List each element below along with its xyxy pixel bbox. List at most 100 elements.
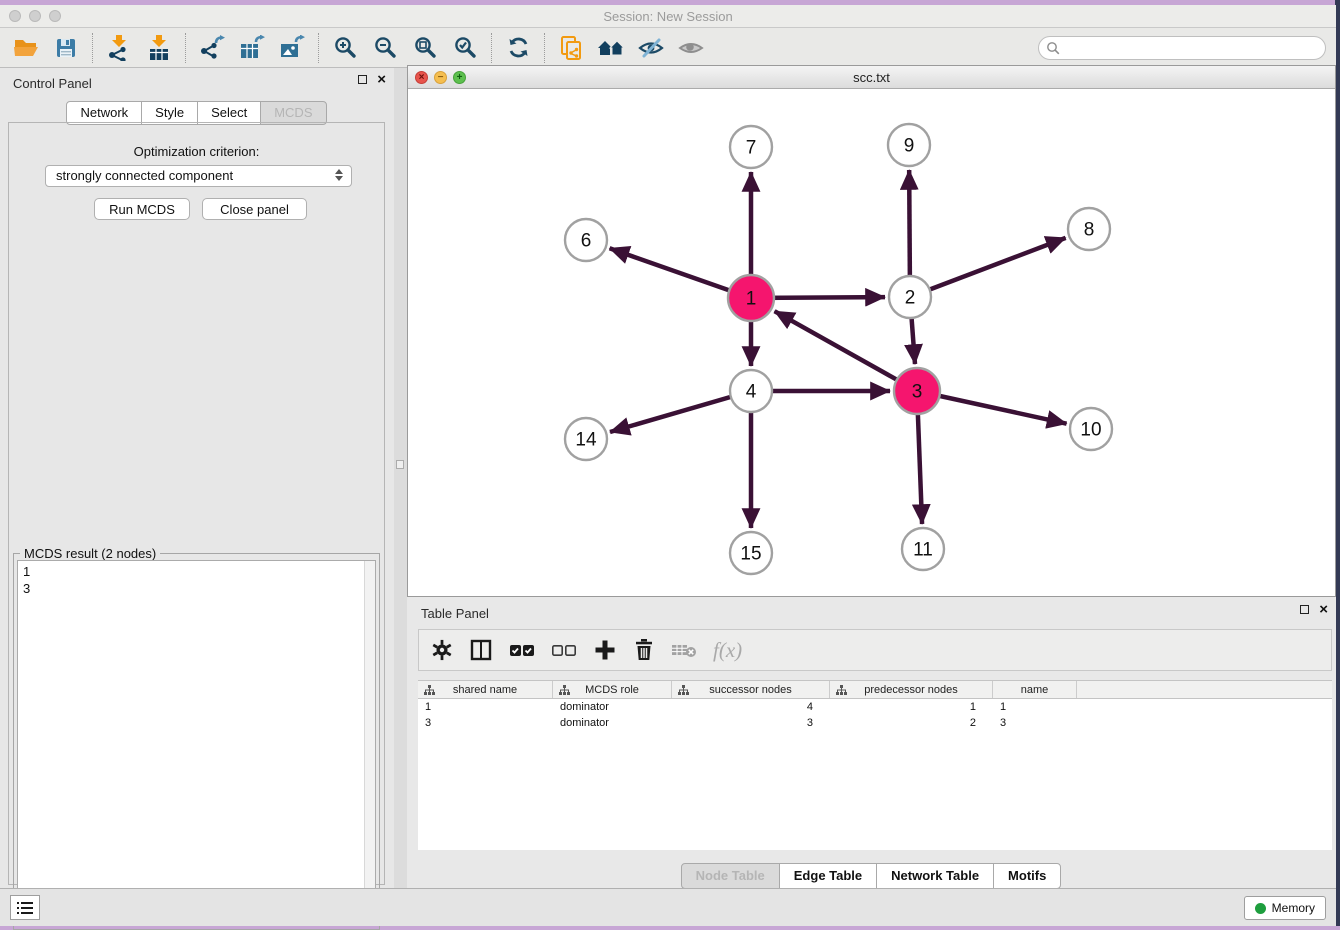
- node-7[interactable]: 7: [730, 126, 772, 168]
- tab-edge-table[interactable]: Edge Table: [779, 863, 877, 889]
- home-neighbors-icon: [597, 36, 625, 60]
- node-label: 11: [913, 540, 933, 561]
- node-11[interactable]: 11: [902, 528, 944, 570]
- splitter-handle-icon[interactable]: [396, 460, 404, 469]
- edge-3-1[interactable]: [775, 311, 917, 391]
- home-neighbors-button[interactable]: [591, 31, 631, 65]
- list-icon: [17, 901, 33, 915]
- tab-motifs[interactable]: Motifs: [993, 863, 1061, 889]
- unselect-all-checkboxes-icon[interactable]: [551, 641, 577, 659]
- refresh-icon: [506, 35, 531, 60]
- export-network-button[interactable]: [192, 31, 232, 65]
- zoom-in-icon: [333, 35, 358, 60]
- node-10[interactable]: 10: [1070, 408, 1112, 450]
- table-cell[interactable]: dominator: [553, 699, 672, 715]
- zoom-out-icon: [373, 35, 398, 60]
- node-1[interactable]: 1: [728, 275, 774, 321]
- settings-gear-icon[interactable]: [431, 639, 453, 661]
- export-table-button[interactable]: [232, 31, 272, 65]
- table-row[interactable]: 1dominator411: [418, 699, 1332, 715]
- mcds-result-line: 1: [23, 563, 375, 580]
- edge-2-8[interactable]: [910, 238, 1066, 297]
- table-cell[interactable]: 1: [830, 699, 993, 715]
- column-header-name[interactable]: name: [993, 681, 1077, 698]
- column-header-MCDS-role[interactable]: MCDS role: [553, 681, 672, 698]
- mcds-result-scrollbar[interactable]: [364, 561, 375, 925]
- table-cell[interactable]: 1: [993, 699, 1077, 715]
- node-3[interactable]: 3: [894, 368, 940, 414]
- search-input[interactable]: [1038, 36, 1326, 60]
- node-label: 8: [1084, 220, 1095, 241]
- node-15[interactable]: 15: [730, 532, 772, 574]
- node-9[interactable]: 9: [888, 124, 930, 166]
- zoom-out-button[interactable]: [365, 31, 405, 65]
- table-cell[interactable]: 3: [672, 715, 830, 731]
- column-header-shared-name[interactable]: shared name: [418, 681, 553, 698]
- add-column-icon[interactable]: [593, 638, 617, 662]
- save-session-button[interactable]: [46, 31, 86, 65]
- refresh-button[interactable]: [498, 31, 538, 65]
- tab-network-table[interactable]: Network Table: [876, 863, 994, 889]
- mcds-result-text[interactable]: 13: [17, 560, 376, 926]
- network-graph[interactable]: 7 9 6 8 1 2 4 3 14 10 15 11: [408, 89, 1335, 596]
- clone-network-icon: [558, 35, 584, 61]
- table-row[interactable]: 3dominator323: [418, 715, 1332, 731]
- node-2[interactable]: 2: [889, 276, 931, 318]
- delete-table-icon[interactable]: [671, 640, 697, 660]
- node-table: shared nameMCDS rolesuccessor nodesprede…: [418, 680, 1332, 850]
- task-history-button[interactable]: [10, 895, 40, 920]
- table-panel-close-icon[interactable]: ×: [1319, 605, 1328, 614]
- close-panel-button[interactable]: Close panel: [202, 198, 307, 220]
- hide-selected-button[interactable]: [631, 31, 671, 65]
- node-14[interactable]: 14: [565, 418, 607, 460]
- function-builder-icon[interactable]: f(x): [713, 638, 742, 663]
- optimization-criterion-label: Optimization criterion:: [9, 144, 384, 159]
- delete-column-icon[interactable]: [633, 638, 655, 662]
- save-floppy-icon: [54, 36, 78, 60]
- table-cell[interactable]: dominator: [553, 715, 672, 731]
- node-label: 10: [1080, 420, 1101, 441]
- node-label: 9: [904, 136, 915, 157]
- table-cell[interactable]: 1: [418, 699, 553, 715]
- column-layout-icon[interactable]: [469, 638, 493, 662]
- criterion-dropdown[interactable]: strongly connected component: [45, 165, 352, 187]
- show-all-button[interactable]: [671, 31, 711, 65]
- node-label: 3: [912, 382, 923, 403]
- zoom-selected-button[interactable]: [445, 31, 485, 65]
- table-cell[interactable]: 3: [993, 715, 1077, 731]
- node-label: 1: [746, 289, 757, 310]
- memory-button[interactable]: Memory: [1244, 896, 1326, 920]
- import-table-button[interactable]: [139, 31, 179, 65]
- node-6[interactable]: 6: [565, 219, 607, 261]
- open-file-button[interactable]: [6, 31, 46, 65]
- run-mcds-button[interactable]: Run MCDS: [94, 198, 190, 220]
- panel-splitter[interactable]: [394, 68, 407, 893]
- column-header-predecessor-nodes[interactable]: predecessor nodes: [830, 681, 993, 698]
- toolbar-separator: [491, 33, 492, 63]
- table-cell[interactable]: 4: [672, 699, 830, 715]
- table-panel-title: Table Panel: [421, 606, 489, 621]
- zoom-in-button[interactable]: [325, 31, 365, 65]
- select-all-checkboxes-icon[interactable]: [509, 641, 535, 659]
- search-icon: [1046, 41, 1061, 56]
- import-network-button[interactable]: [99, 31, 139, 65]
- memory-label: Memory: [1272, 901, 1315, 915]
- control-panel-float-icon[interactable]: [358, 75, 367, 84]
- zoom-fit-button[interactable]: [405, 31, 445, 65]
- column-header-label: MCDS role: [553, 684, 671, 696]
- table-cell[interactable]: 3: [418, 715, 553, 731]
- node-label: 4: [746, 382, 757, 403]
- table-cell[interactable]: 2: [830, 715, 993, 731]
- node-4[interactable]: 4: [730, 370, 772, 412]
- control-panel-close-icon[interactable]: ×: [377, 75, 386, 84]
- table-panel-float-icon[interactable]: [1300, 605, 1309, 614]
- main-toolbar: [0, 28, 1336, 68]
- node-8[interactable]: 8: [1068, 208, 1110, 250]
- column-header-successor-nodes[interactable]: successor nodes: [672, 681, 830, 698]
- application-window: Session: New Session: [0, 5, 1336, 926]
- export-image-button[interactable]: [272, 31, 312, 65]
- zoom-selected-icon: [453, 35, 478, 60]
- clone-network-button[interactable]: [551, 31, 591, 65]
- tab-node-table[interactable]: Node Table: [681, 863, 780, 889]
- network-view-window: × − + scc.txt 7968124314101511: [407, 65, 1336, 597]
